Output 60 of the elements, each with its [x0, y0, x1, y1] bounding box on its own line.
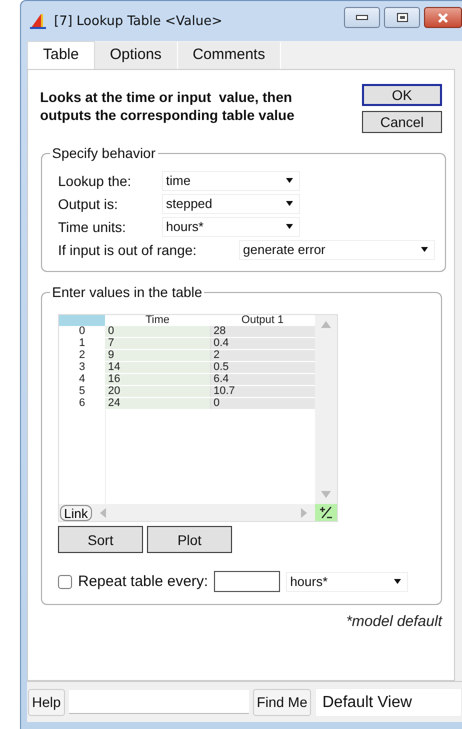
description: Looks at the time or input value, then outputs the corresponding table value [40, 88, 296, 125]
close-button[interactable] [424, 7, 462, 28]
maximize-icon [396, 13, 408, 22]
checkbox[interactable] [58, 574, 72, 588]
field-label: Output is: [58, 196, 119, 212]
dialog-button[interactable]: Cancel [362, 111, 442, 133]
find-me-button[interactable]: Find Me [252, 688, 312, 716]
action-button[interactable]: Plot [147, 526, 232, 553]
dropdown[interactable]: generate error [239, 240, 435, 260]
table-cell[interactable]: 28 [210, 326, 315, 338]
repeat-label: Repeat table every: [78, 573, 208, 590]
table-cell[interactable]: 0 [210, 398, 315, 410]
minimize-button[interactable] [344, 7, 380, 28]
table-cell[interactable]: 20 [105, 386, 210, 398]
field-label: Time units: [58, 218, 127, 234]
plus-minus-icon [319, 506, 333, 519]
tab[interactable]: Comments [178, 42, 282, 69]
field-label: If input is out of range: [58, 242, 198, 258]
footnote: *model default [345, 613, 442, 630]
link-button[interactable]: Link [60, 504, 92, 520]
field-label: Lookup the: [58, 172, 132, 188]
action-button[interactable]: Sort [58, 526, 143, 553]
table-cell[interactable]: 16 [105, 374, 210, 386]
maximize-button[interactable] [384, 7, 420, 28]
minimize-icon [356, 15, 368, 20]
table-cell[interactable]: 6.4 [210, 374, 315, 386]
caret-icon [286, 201, 293, 206]
view-name: Default View [315, 688, 462, 716]
dropdown[interactable]: hours* [286, 572, 408, 592]
caret-icon [286, 178, 293, 183]
window-title: [7] Lookup Table <Value> [54, 14, 224, 28]
dropdown[interactable]: stepped [162, 194, 300, 214]
table-cell[interactable]: 7 [105, 338, 210, 350]
column-header: Output 1 [210, 315, 315, 326]
table-cell[interactable]: 0 [105, 326, 210, 338]
table-cell[interactable]: 24 [105, 398, 210, 410]
dropdown[interactable]: time [162, 170, 300, 190]
table-cell[interactable]: 14 [105, 362, 210, 374]
table-cell[interactable]: 2 [210, 350, 315, 362]
group-title: Enter values in the table [51, 284, 204, 300]
input-field[interactable] [214, 571, 280, 592]
table-cell[interactable]: 0.4 [210, 338, 315, 350]
table-cell[interactable]: 0.5 [210, 362, 315, 374]
table-cell[interactable]: 9 [105, 350, 210, 362]
dropdown[interactable]: hours* [162, 216, 300, 236]
tab[interactable]: Table [27, 41, 95, 69]
app-logo-icon [29, 12, 47, 30]
table-cell[interactable]: 10.7 [210, 386, 315, 398]
add-remove-button[interactable] [315, 504, 337, 521]
tab[interactable]: Options [94, 42, 178, 69]
dialog-button[interactable]: OK [362, 84, 442, 106]
column-header: Time [105, 315, 210, 326]
help-button[interactable]: Help [28, 688, 65, 716]
input-field[interactable] [68, 690, 249, 714]
close-icon [438, 12, 448, 22]
caret-icon [421, 247, 428, 252]
row-number: 0 [59, 326, 105, 338]
caret-icon [394, 579, 402, 584]
group-title: Specify behavior [51, 145, 157, 161]
caret-icon [286, 224, 293, 229]
